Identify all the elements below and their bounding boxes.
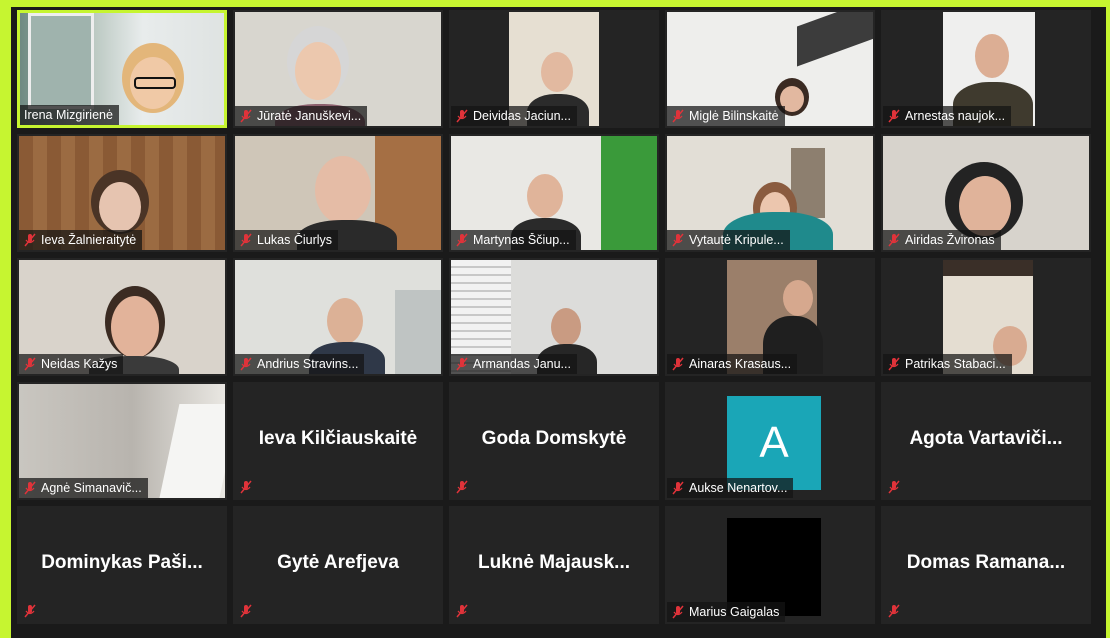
participant-name: Gytė Arefjeva	[277, 552, 399, 573]
name-tag: Ainaras Krasaus...	[667, 354, 798, 374]
name-tag: Agnė Simanavič...	[19, 478, 148, 498]
participant-tile[interactable]: Arnestas naujok...	[881, 10, 1091, 128]
participant-name: Domas Ramana...	[906, 552, 1066, 573]
participant-tile[interactable]: Ieva Žalnieraitytė	[17, 134, 227, 252]
participant-tile[interactable]: Armandas Janu...	[449, 258, 659, 376]
participant-name: Dominykas Paši...	[41, 552, 203, 573]
participant-tile[interactable]: Deividas Jaciun...	[449, 10, 659, 128]
muted-mic-icon	[456, 480, 468, 494]
participant-name: Ieva Žalnieraitytė	[41, 233, 137, 247]
name-tag: Andrius Stravins...	[235, 354, 365, 374]
participant-name: Vytautė Kripule...	[689, 233, 784, 247]
participant-tile[interactable]: Patrikas Stabaci...	[881, 258, 1091, 376]
participant-tile[interactable]: Goda Domskytė	[449, 382, 659, 500]
gallery-grid: Irena Mizgirienė Jūratė Januškevi... Dei…	[17, 10, 1107, 638]
name-tag: Irena Mizgirienė	[20, 105, 119, 125]
participant-tile[interactable]: Irena Mizgirienė	[17, 10, 227, 128]
muted-mic-icon	[672, 605, 684, 619]
name-tag: Armandas Janu...	[451, 354, 577, 374]
muted-mic-icon	[672, 481, 684, 495]
muted-mic-icon	[888, 357, 900, 371]
participant-tile[interactable]: Dominykas Paši...	[17, 506, 227, 624]
name-tag: Aukse Nenartov...	[667, 478, 794, 498]
muted-mic-icon	[888, 480, 900, 494]
participant-name: Armandas Janu...	[473, 357, 571, 371]
name-tag: Vytautė Kripule...	[667, 230, 790, 250]
participant-tile[interactable]: Jūratė Januškevi...	[233, 10, 443, 128]
participant-name: Deividas Jaciun...	[473, 109, 571, 123]
participant-name: Ieva Kilčiauskaitė	[258, 428, 418, 449]
participant-tile[interactable]: Agota Vartaviči...	[881, 382, 1091, 500]
participant-name: Neidas Kažys	[41, 357, 118, 371]
muted-mic-icon	[240, 109, 252, 123]
participant-name: Agota Vartaviči...	[909, 428, 1063, 449]
muted-mic-icon	[240, 357, 252, 371]
participant-name: Aukse Nenartov...	[689, 481, 788, 495]
muted-mic-icon	[672, 109, 684, 123]
participant-name: Martynas Ščiup...	[473, 233, 570, 247]
name-tag: Lukas Čiurlys	[235, 230, 339, 250]
participant-tile[interactable]: Airidas Žvironas	[881, 134, 1091, 252]
participant-name: Andrius Stravins...	[257, 357, 359, 371]
participant-tile[interactable]: Miglė Bilinskaitė	[665, 10, 875, 128]
participant-name: Airidas Žvironas	[905, 233, 995, 247]
name-tag: Martynas Ščiup...	[451, 230, 576, 250]
muted-mic-icon	[456, 604, 468, 618]
muted-mic-icon	[672, 233, 684, 247]
participant-name: Luknė Majausk...	[477, 552, 631, 573]
participant-tile[interactable]: Gytė Arefjeva	[233, 506, 443, 624]
name-tag: Ieva Žalnieraitytė	[19, 230, 143, 250]
participant-tile[interactable]: Ainaras Krasaus...	[665, 258, 875, 376]
participant-name: Miglė Bilinskaitė	[689, 109, 779, 123]
participant-name: Ainaras Krasaus...	[689, 357, 792, 371]
participant-name: Agnė Simanavič...	[41, 481, 142, 495]
participant-tile[interactable]: Agnė Simanavič...	[17, 382, 227, 500]
muted-mic-icon	[240, 480, 252, 494]
name-tag: Marius Gaigalas	[667, 602, 786, 622]
muted-mic-icon	[240, 604, 252, 618]
name-tag: Deividas Jaciun...	[451, 106, 577, 126]
participant-tile[interactable]: Ieva Kilčiauskaitė	[233, 382, 443, 500]
avatar: A	[727, 396, 821, 490]
name-tag: Arnestas naujok...	[883, 106, 1012, 126]
participant-tile[interactable]: Marius Gaigalas	[665, 506, 875, 624]
muted-mic-icon	[24, 604, 36, 618]
participant-name: Patrikas Stabaci...	[905, 357, 1006, 371]
muted-mic-icon	[672, 357, 684, 371]
participant-tile[interactable]: Vytautė Kripule...	[665, 134, 875, 252]
muted-mic-icon	[456, 109, 468, 123]
participant-tile[interactable]: A Aukse Nenartov...	[665, 382, 875, 500]
muted-mic-icon	[888, 109, 900, 123]
name-tag: Neidas Kažys	[19, 354, 124, 374]
muted-mic-icon	[24, 481, 36, 495]
muted-mic-icon	[240, 233, 252, 247]
muted-mic-icon	[888, 604, 900, 618]
muted-mic-icon	[456, 357, 468, 371]
participant-name: Irena Mizgirienė	[24, 108, 113, 122]
name-tag: Airidas Žvironas	[883, 230, 1001, 250]
participant-tile[interactable]: Andrius Stravins...	[233, 258, 443, 376]
participant-name: Goda Domskytė	[481, 428, 627, 449]
name-tag: Patrikas Stabaci...	[883, 354, 1012, 374]
participant-tile[interactable]: Martynas Ščiup...	[449, 134, 659, 252]
participant-name: Marius Gaigalas	[689, 605, 780, 619]
name-tag: Miglė Bilinskaitė	[667, 106, 785, 126]
participant-tile[interactable]: Luknė Majausk...	[449, 506, 659, 624]
participant-name: Arnestas naujok...	[905, 109, 1006, 123]
muted-mic-icon	[24, 233, 36, 247]
participant-tile[interactable]: Domas Ramana...	[881, 506, 1091, 624]
muted-mic-icon	[888, 233, 900, 247]
participant-name: Lukas Čiurlys	[257, 233, 333, 247]
muted-mic-icon	[24, 357, 36, 371]
muted-mic-icon	[456, 233, 468, 247]
participant-tile[interactable]: Neidas Kažys	[17, 258, 227, 376]
participant-tile[interactable]: Lukas Čiurlys	[233, 134, 443, 252]
name-tag: Jūratė Januškevi...	[235, 106, 368, 126]
participant-name: Jūratė Januškevi...	[257, 109, 362, 123]
